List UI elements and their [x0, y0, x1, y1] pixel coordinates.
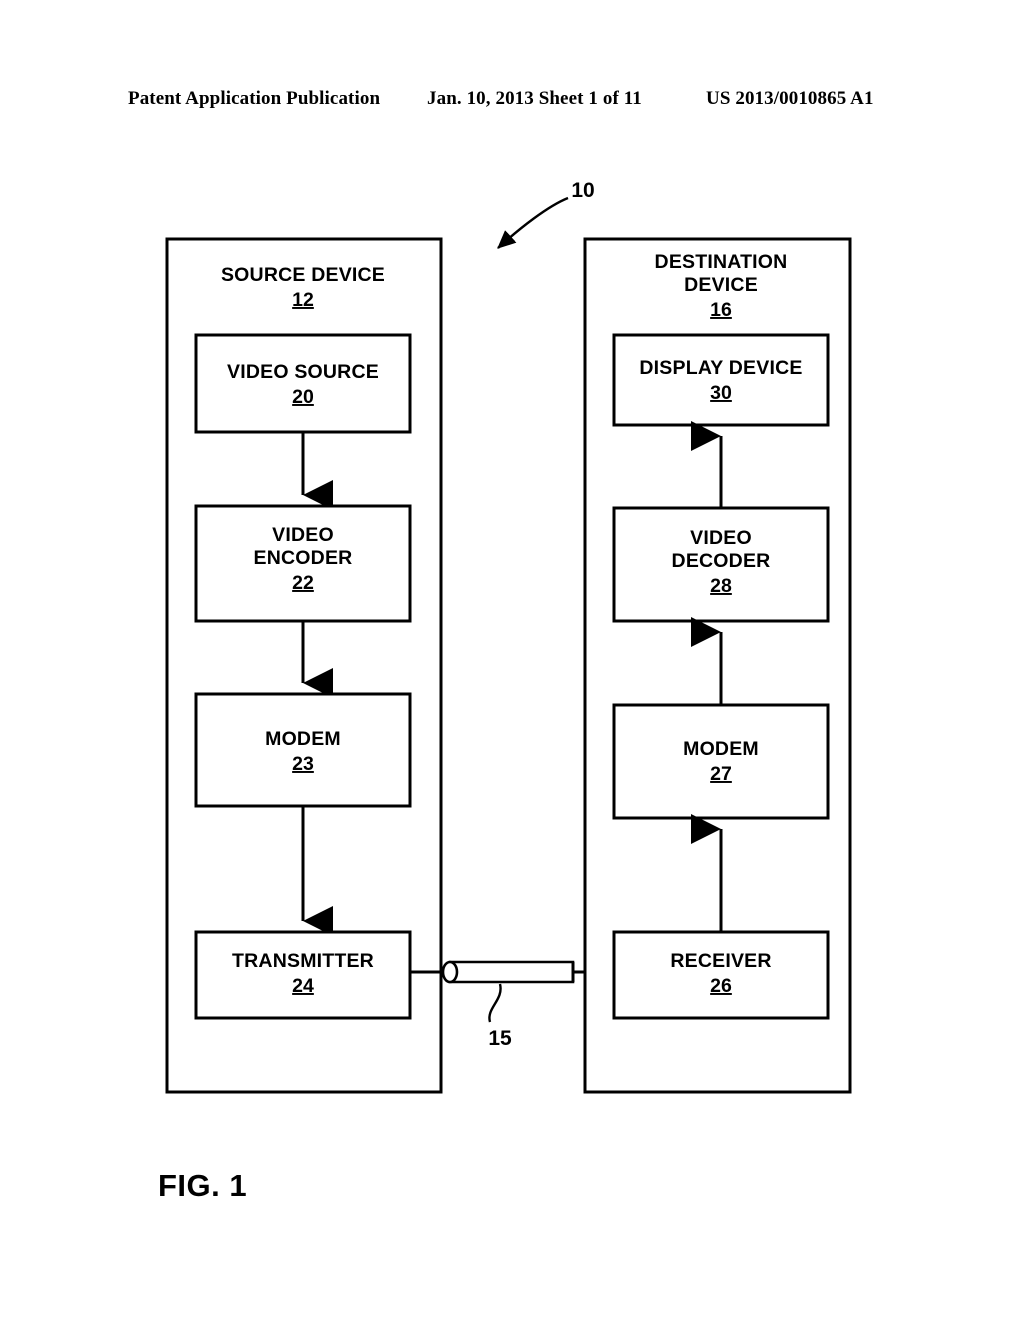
destination-modem-ref: 27	[710, 763, 732, 785]
link-cylinder-left-cap	[441, 960, 459, 984]
block-video-encoder: VIDEO ENCODER 22	[194, 504, 412, 623]
system-reference-leader: 10	[497, 179, 595, 249]
block-transmitter: TRANSMITTER 24	[194, 930, 412, 1020]
block-receiver: RECEIVER 26	[612, 930, 830, 1020]
destination-modem-box	[612, 703, 830, 820]
receiver-ref: 26	[710, 975, 732, 997]
block-display-device: DISPLAY DEVICE 30	[612, 333, 830, 427]
patent-figure-page: Patent Application Publication Jan. 10, …	[0, 0, 1024, 1320]
link-ref-leader	[488, 983, 502, 1023]
source-modem-ref: 23	[292, 753, 314, 775]
source-device-container: SOURCE DEVICE 12 VIDEO SOURCE 20 VIDEO E…	[165, 237, 443, 1094]
video-source-ref: 20	[292, 386, 314, 408]
system-ref-number: 10	[571, 179, 594, 202]
display-device-box	[612, 333, 830, 427]
source-modem-label: MODEM	[265, 728, 341, 750]
source-device-title: SOURCE DEVICE	[221, 264, 385, 286]
block-diagram: 10 SOURCE DEVICE 12 VIDEO SOURCE 20 VIDE…	[165, 179, 852, 1094]
video-source-box	[194, 333, 412, 434]
transmitter-label: TRANSMITTER	[232, 950, 374, 972]
source-device-ref: 12	[292, 289, 314, 311]
destination-device-ref: 16	[710, 299, 732, 321]
display-device-label: DISPLAY DEVICE	[639, 357, 802, 379]
link-cylinder-body	[448, 960, 575, 984]
destination-device-title-2: DEVICE	[684, 274, 758, 296]
display-device-ref: 30	[710, 382, 732, 404]
receiver-label: RECEIVER	[670, 950, 771, 972]
source-modem-box	[194, 692, 412, 808]
video-encoder-label-2: ENCODER	[254, 547, 353, 569]
video-decoder-label-1: VIDEO	[690, 527, 752, 549]
destination-device-container: DESTINATION DEVICE 16 DISPLAY DEVICE 30 …	[583, 237, 852, 1094]
video-encoder-label-1: VIDEO	[272, 524, 334, 546]
block-video-decoder: VIDEO DECODER 28	[612, 506, 830, 623]
block-video-source: VIDEO SOURCE 20	[194, 333, 412, 434]
destination-modem-label: MODEM	[683, 738, 759, 760]
video-decoder-label-2: DECODER	[672, 550, 771, 572]
video-decoder-ref: 28	[710, 575, 732, 597]
video-encoder-ref: 22	[292, 572, 314, 594]
transmitter-ref: 24	[292, 975, 314, 997]
link-ref-number: 15	[488, 1027, 512, 1050]
block-source-modem: MODEM 23	[194, 692, 412, 808]
destination-device-title-1: DESTINATION	[655, 251, 788, 273]
figure-caption: FIG. 1	[158, 1168, 248, 1203]
block-destination-modem: MODEM 27	[612, 703, 830, 820]
video-source-label: VIDEO SOURCE	[227, 361, 379, 383]
